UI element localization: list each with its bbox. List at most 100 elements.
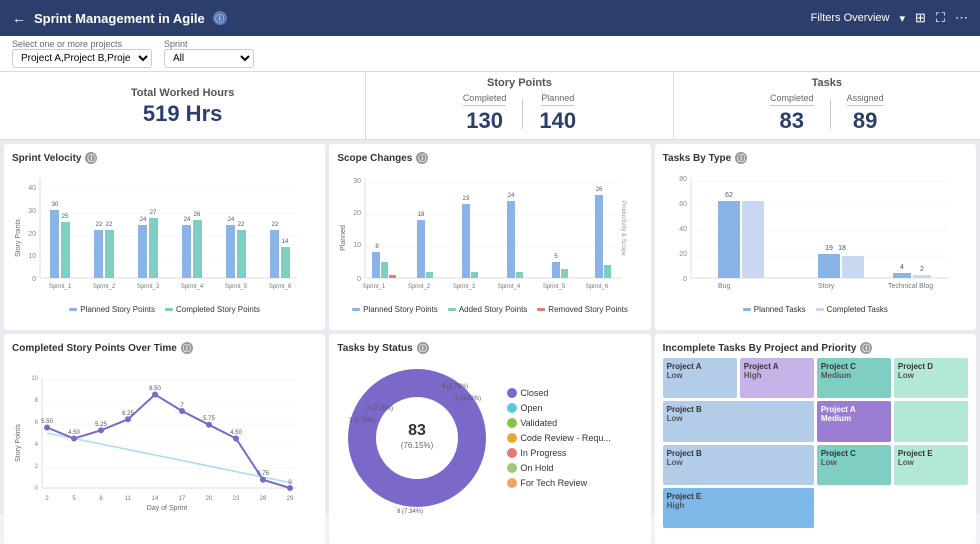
kpi-points-planned-label: Planned xyxy=(541,93,574,106)
treemap-cell-project-c-medium: Project C Medium xyxy=(817,358,891,398)
kpi-points-planned-value: 140 xyxy=(539,108,576,134)
kpi-tasks-assigned-value: 89 xyxy=(853,108,877,134)
svg-text:(76.15%): (76.15%) xyxy=(401,441,434,450)
kpi-tasks-completed-value: 83 xyxy=(780,108,804,134)
filters-overview-button[interactable]: Filters Overview xyxy=(811,12,890,24)
kpi-points-completed-value: 130 xyxy=(466,108,503,134)
legend-planned-tasks: Planned Tasks xyxy=(743,305,806,314)
svg-text:Story Points: Story Points xyxy=(15,424,22,462)
grid-icon[interactable]: ⊞ xyxy=(915,10,926,26)
svg-text:20: 20 xyxy=(354,210,362,217)
svg-text:4.50: 4.50 xyxy=(68,430,80,436)
legend-on-hold: On Hold xyxy=(507,463,611,473)
info-icon: ⓘ xyxy=(213,11,227,25)
svg-text:23: 23 xyxy=(463,196,470,202)
kpi-points-completed: Completed 130 xyxy=(463,93,507,134)
kpi-tasks: Tasks Completed 83 Assigned 89 xyxy=(674,72,980,139)
sprint-filter-select[interactable]: All xyxy=(164,49,254,68)
svg-text:5: 5 xyxy=(72,496,76,502)
svg-text:22: 22 xyxy=(238,222,245,228)
svg-text:Story Points: Story Points xyxy=(15,219,22,257)
svg-text:2: 2 xyxy=(35,464,39,470)
more-icon[interactable]: ⋯ xyxy=(955,10,968,26)
svg-text:10: 10 xyxy=(354,242,362,249)
svg-text:5.75: 5.75 xyxy=(203,416,215,422)
svg-text:Planned: Planned xyxy=(340,225,347,251)
svg-text:3 (2.75%): 3 (2.75%) xyxy=(442,384,468,390)
kpi-points-planned: Planned 140 xyxy=(539,93,576,134)
svg-text:Sprint_3: Sprint_3 xyxy=(137,284,160,290)
kpi-tasks-title: Tasks xyxy=(812,77,842,89)
project-filter-select[interactable]: Project A,Project B,Project D,Project... xyxy=(12,49,152,68)
svg-text:Sprint_6: Sprint_6 xyxy=(586,284,609,290)
scope-changes-chart: Scope Changes ⓘ Planned 0 10 20 30 8 Spr… xyxy=(329,144,650,330)
project-filter-group: Select one or more projects Project A,Pr… xyxy=(12,39,152,68)
treemap-cell-project-a-high: Project A High xyxy=(740,358,814,398)
svg-text:14: 14 xyxy=(282,239,289,245)
svg-text:Sprint_4: Sprint_4 xyxy=(181,284,204,290)
svg-text:0: 0 xyxy=(32,276,36,283)
legend-in-progress: In Progress xyxy=(507,448,611,458)
svg-text:Sprint_5: Sprint_5 xyxy=(543,284,566,290)
legend-completed-velocity: Completed Story Points xyxy=(165,305,260,314)
svg-text:2: 2 xyxy=(920,266,924,273)
expand-icon[interactable]: ⛶ xyxy=(936,10,945,26)
incomplete-tasks-title: Incomplete Tasks By Project and Priority… xyxy=(663,342,968,354)
svg-text:Sprint_2: Sprint_2 xyxy=(93,284,116,290)
velocity-svg: Story Points 0 10 20 30 40 30 25 Sprint_… xyxy=(12,168,302,298)
legend-validated: Validated xyxy=(507,418,611,428)
tasks-by-status-chart: Tasks by Status ⓘ 83 xyxy=(329,334,650,544)
svg-text:24: 24 xyxy=(140,217,147,223)
svg-text:24: 24 xyxy=(184,217,191,223)
legend-planned-velocity: Planned Story Points xyxy=(69,305,155,314)
svg-text:4: 4 xyxy=(900,264,904,271)
kpi-tasks-split: Completed 83 Assigned 89 xyxy=(770,93,884,134)
kpi-points-divider xyxy=(522,99,523,129)
velocity-legend: Planned Story Points Completed Story Poi… xyxy=(12,305,317,314)
svg-text:14: 14 xyxy=(152,496,159,502)
treemap-cell-empty xyxy=(894,401,968,441)
sprint-velocity-title: Sprint Velocity ⓘ xyxy=(12,152,317,164)
svg-text:3 (2.75%): 3 (2.75%) xyxy=(367,406,393,412)
svg-text:4: 4 xyxy=(35,442,39,448)
svg-text:40: 40 xyxy=(679,226,687,233)
sprint-velocity-chart: Sprint Velocity ⓘ Story Points 0 10 20 3… xyxy=(4,144,325,330)
svg-text:8 (7.34%): 8 (7.34%) xyxy=(397,509,423,515)
legend-tech-review: For Tech Review xyxy=(507,478,611,488)
svg-text:60: 60 xyxy=(679,201,687,208)
treemap-cell-project-d-low: Project D Low xyxy=(894,358,968,398)
svg-text:3 (2.75%): 3 (2.75%) xyxy=(349,418,375,424)
chevron-down-icon[interactable]: ▾ xyxy=(899,12,905,25)
svg-text:Sprint_3: Sprint_3 xyxy=(453,284,476,290)
svg-text:4.50: 4.50 xyxy=(230,430,242,436)
svg-text:20: 20 xyxy=(206,496,213,502)
back-icon[interactable]: ← xyxy=(12,10,26,26)
svg-text:8: 8 xyxy=(99,496,103,502)
svg-text:Technical Blog: Technical Blog xyxy=(888,283,933,290)
svg-text:5: 5 xyxy=(555,254,559,260)
treemap-cell-project-e-low: Project E Low xyxy=(894,445,968,485)
tasks-type-legend: Planned Tasks Completed Tasks xyxy=(663,305,968,314)
svg-text:83: 83 xyxy=(408,422,426,439)
svg-text:62: 62 xyxy=(725,192,733,199)
svg-text:30: 30 xyxy=(28,208,36,215)
treemap-cell-project-b2-low: Project B Low xyxy=(663,445,814,485)
legend-open: Open xyxy=(507,403,611,413)
completed-over-time-chart: Completed Story Points Over Time ⓘ Story… xyxy=(4,334,325,544)
tasks-by-status-title: Tasks by Status ⓘ xyxy=(337,342,642,354)
svg-text:1 (0.92%): 1 (0.92%) xyxy=(455,396,481,402)
svg-text:40: 40 xyxy=(28,185,36,192)
svg-text:17: 17 xyxy=(179,496,186,502)
kpi-points-split: Completed 130 Planned 140 xyxy=(463,93,576,134)
header-right: Filters Overview ▾ ⊞ ⛶ ⋯ xyxy=(811,10,968,26)
kpi-story-points: Story Points Completed 130 Planned 140 xyxy=(366,72,673,139)
svg-text:5.50: 5.50 xyxy=(41,419,53,425)
over-time-svg: Story Points 0 2 4 6 8 10 xyxy=(12,358,302,508)
kpi-hours-title: Total Worked Hours xyxy=(131,87,235,99)
svg-text:10: 10 xyxy=(28,253,36,260)
svg-text:6: 6 xyxy=(35,420,39,426)
svg-text:20: 20 xyxy=(28,231,36,238)
legend-planned-scope: Planned Story Points xyxy=(352,305,438,314)
legend-removed-scope: Removed Story Points xyxy=(537,305,628,314)
svg-text:24: 24 xyxy=(508,193,515,199)
